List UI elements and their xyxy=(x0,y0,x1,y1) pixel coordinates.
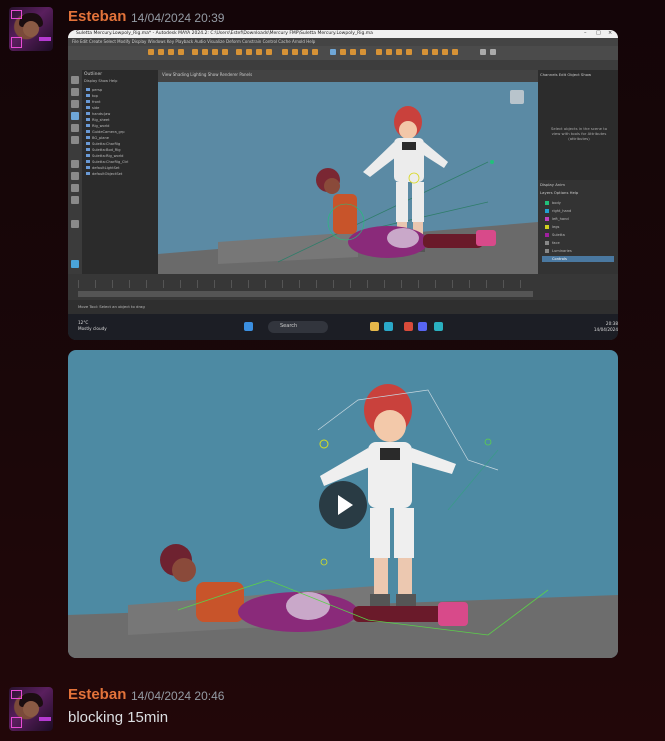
taskbar-search-label: Search xyxy=(280,323,298,329)
message-text: blocking 15min xyxy=(68,709,169,726)
channel-box[interactable]: Channels Edit Object Show Select objects… xyxy=(538,70,618,274)
layer-label: Suletta xyxy=(552,233,565,237)
viewport-menu[interactable]: View Shading Lighting Show Renderer Pane… xyxy=(158,70,538,82)
outliner-item-label: Suletta:Bod_Rig xyxy=(92,148,121,152)
outliner-menu[interactable]: Display Show Help xyxy=(84,79,117,83)
layer-tabs[interactable]: Display Anim xyxy=(540,182,565,187)
outliner-item-label: front xyxy=(92,100,101,104)
range-slider[interactable] xyxy=(78,291,533,297)
viewport-3d[interactable] xyxy=(158,82,538,274)
outliner-item[interactable]: top xyxy=(86,94,98,98)
layer-row[interactable]: Controls xyxy=(542,256,614,262)
outliner-item[interactable]: Suletta:Rig_world xyxy=(86,154,123,158)
windows-taskbar[interactable]: 12°C Mostly cloudy Search 20:38 14/04/20… xyxy=(68,314,618,340)
outliner-item-label: Suletta:CharRig xyxy=(92,142,121,146)
message-2: Esteban 14/04/2024 20:46 blocking 15min xyxy=(0,680,665,741)
image-attachment[interactable]: Suletta Mercury.Lowpoly_Rig.ma* - Autode… xyxy=(68,30,618,340)
outliner-item[interactable]: Rig_sheet xyxy=(86,118,110,122)
close-icon[interactable]: × xyxy=(608,31,613,36)
layer-row[interactable]: Luminaries xyxy=(542,248,614,254)
outliner-item[interactable]: Suletta:CharRig_Ctrl xyxy=(86,160,128,164)
discord-icon[interactable] xyxy=(418,322,427,331)
outliner-item[interactable]: BG_plane xyxy=(86,136,109,140)
outliner-item-label: Rig_sheet xyxy=(92,118,110,122)
time-slider[interactable] xyxy=(68,274,618,300)
layer-menu[interactable]: Layers Options Help xyxy=(540,190,578,195)
window-titlebar: Suletta Mercury.Lowpoly_Rig.ma* - Autode… xyxy=(68,30,618,38)
layer-label: Luminaries xyxy=(552,249,572,253)
layer-row[interactable]: body xyxy=(542,200,614,206)
avatar[interactable] xyxy=(9,687,53,731)
layer-label: legs xyxy=(552,225,560,229)
scene-render xyxy=(158,90,538,274)
outliner-item-label: Rig_world xyxy=(92,124,110,128)
menu-bar[interactable]: File Edit Create Select Modify Display W… xyxy=(68,38,618,46)
outliner-item[interactable]: front xyxy=(86,100,101,104)
outliner-item-label: Suletta:CharRig_Ctrl xyxy=(92,160,129,164)
taskbar-search[interactable]: Search xyxy=(268,321,328,333)
timestamp: 14/04/2024 20:39 xyxy=(131,11,225,25)
video-attachment[interactable] xyxy=(68,350,618,658)
taskbar-clock: 20:38 14/04/2024 xyxy=(593,321,618,332)
play-button[interactable] xyxy=(319,481,367,529)
layer-row[interactable]: legs xyxy=(542,224,614,230)
layer-label: right_hand xyxy=(552,209,572,213)
outliner-item[interactable]: persp xyxy=(86,88,102,92)
author-name[interactable]: Esteban xyxy=(68,8,126,25)
outliner-item[interactable]: defaultLightSet xyxy=(86,166,120,170)
maya-icon[interactable] xyxy=(434,322,443,331)
maximize-icon[interactable]: □ xyxy=(596,31,601,36)
outliner-item-label: hands:Jaw xyxy=(92,112,111,116)
windows-start-icon[interactable] xyxy=(244,322,253,331)
outliner-item[interactable]: defaultObjectSet xyxy=(86,172,122,176)
layer-editor[interactable]: Display Anim Layers Options Help body rig… xyxy=(538,180,618,274)
outliner-title: Outliner xyxy=(84,72,103,77)
outliner-item[interactable]: side xyxy=(86,106,99,110)
file-explorer-icon[interactable] xyxy=(370,322,379,331)
layer-row[interactable]: face xyxy=(542,240,614,246)
chrome-icon[interactable] xyxy=(404,322,413,331)
layer-label: left_hand xyxy=(552,217,569,221)
outliner-panel[interactable]: Outliner Display Show Help persp top front… xyxy=(82,70,158,274)
outliner-item[interactable]: Rig_world xyxy=(86,124,109,128)
outliner-item-label: top xyxy=(92,94,98,98)
command-status: Move Tool: Select an object to drag xyxy=(78,304,145,309)
menu-items[interactable]: File Edit Create Select Modify Display W… xyxy=(72,38,315,46)
outliner-item-label: side xyxy=(92,106,100,110)
layer-label: face xyxy=(552,241,560,245)
outliner-item[interactable]: hands:Jaw xyxy=(86,112,110,116)
edge-icon[interactable] xyxy=(384,322,393,331)
outliner-item-label: defaultLightSet xyxy=(92,166,120,170)
window-title: Suletta Mercury.Lowpoly_Rig.ma* - Autode… xyxy=(76,31,373,36)
outliner-item-label: BG_plane xyxy=(92,136,109,140)
layer-row[interactable]: right_hand xyxy=(542,208,614,214)
channel-box-message: Select objects in the scene to view with… xyxy=(550,126,608,141)
outliner-item-label: persp xyxy=(92,88,103,92)
layer-row[interactable]: left_hand xyxy=(542,216,614,222)
layer-label: Controls xyxy=(552,257,567,261)
status-line[interactable] xyxy=(68,60,618,70)
outliner-item-label: Suletta:Rig_world xyxy=(92,154,124,158)
outliner-item[interactable]: Suletta:Bod_Rig xyxy=(86,148,121,152)
command-line[interactable]: Move Tool: Select an object to drag xyxy=(68,300,618,314)
outliner-item[interactable]: GuideCamera_grp xyxy=(86,130,125,134)
message-1: Esteban 14/04/2024 20:39 Suletta Mercury… xyxy=(0,0,665,680)
outliner-item-label: GuideCamera_grp xyxy=(92,130,125,134)
layer-row[interactable]: Suletta xyxy=(542,232,614,238)
layer-label: body xyxy=(552,201,561,205)
avatar[interactable] xyxy=(9,7,53,51)
channel-box-tabs[interactable]: Channels Edit Object Show xyxy=(540,72,591,77)
author-name[interactable]: Esteban xyxy=(68,686,126,703)
minimize-icon[interactable]: – xyxy=(584,31,589,36)
viewport-menu-items[interactable]: View Shading Lighting Show Renderer Pane… xyxy=(162,72,252,77)
tool-box[interactable] xyxy=(68,70,82,274)
timestamp: 14/04/2024 20:46 xyxy=(131,689,225,703)
shelf-toolbar[interactable] xyxy=(68,46,618,60)
weather-widget[interactable]: 12°C Mostly cloudy xyxy=(78,320,107,332)
outliner-item-label: defaultObjectSet xyxy=(92,172,123,176)
outliner-item[interactable]: Suletta:CharRig xyxy=(86,142,120,146)
